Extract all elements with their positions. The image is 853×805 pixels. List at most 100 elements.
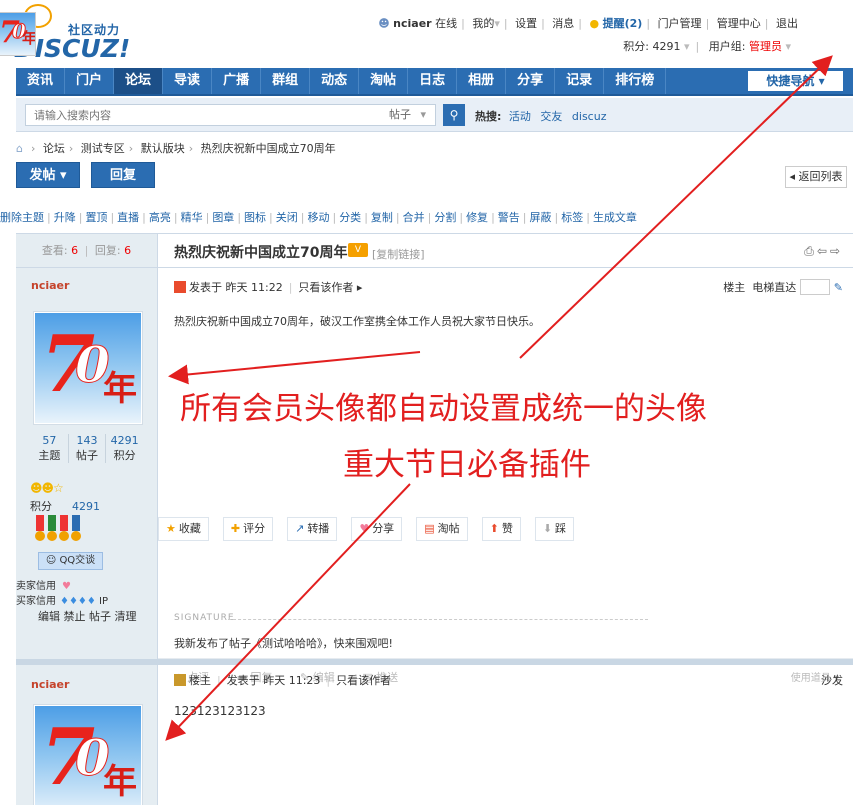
new-post-button[interactable]: 发帖 ▾	[16, 162, 80, 188]
logout-link[interactable]: 退出	[776, 17, 798, 30]
mod-tool-link[interactable]: 标签	[561, 211, 583, 224]
quick-nav-button[interactable]: 快捷导航 ▾	[748, 71, 843, 91]
bulb-icon: ●	[589, 17, 600, 30]
home-icon[interactable]: ⌂	[16, 142, 23, 155]
print-icon[interactable]: ⎙	[804, 244, 817, 258]
my-menu[interactable]: 我的	[472, 17, 494, 30]
mod-tool-link[interactable]: 高亮	[149, 211, 171, 224]
hot-word[interactable]: 活动	[509, 110, 531, 123]
mod-tool-link[interactable]: 移动	[307, 211, 329, 224]
only-author-link[interactable]: 只看该作者	[298, 281, 353, 294]
medal-icons[interactable]	[34, 515, 81, 545]
mod-tool-link[interactable]: 图章	[212, 211, 234, 224]
username-link[interactable]: nciaer	[393, 17, 431, 30]
action-button[interactable]: ✚ 评分	[222, 517, 274, 541]
mod-tool-link[interactable]: 分类	[339, 211, 361, 224]
post2-avatar[interactable]: 7 0 年	[34, 705, 142, 805]
moderator-toolbar: 删除主题 | 升降 | 置顶 | 直播 | 高亮 | 精华 | 图章 | 图标 | 关闭 | 移动 | 分类 | 复制 | 合并…	[0, 211, 637, 224]
mod-tool-link[interactable]: 图标	[244, 211, 266, 224]
mod-tool-link[interactable]: 精华	[181, 211, 203, 224]
action-button[interactable]: ⬇ 踩	[534, 517, 575, 541]
back-to-list-button[interactable]: ◂ 返回列表	[785, 166, 847, 188]
breadcrumb-item[interactable]: 测试专区	[81, 142, 125, 155]
mod-tool-link[interactable]: 警告	[498, 211, 520, 224]
ip-label[interactable]: IP	[99, 596, 108, 607]
group-value-link[interactable]: 管理员	[749, 40, 782, 53]
floor-jump-input[interactable]	[800, 279, 831, 295]
action-button[interactable]: ♥ 分享	[351, 517, 403, 541]
nav-item[interactable]: 广播	[212, 68, 262, 94]
nav-item[interactable]: 门户	[65, 68, 115, 94]
only-author-link[interactable]: 只看该作者	[336, 674, 391, 687]
nav-item[interactable]: 群组	[261, 68, 311, 94]
mod-tool-link[interactable]: 关闭	[276, 211, 298, 224]
copy-link[interactable]: [复制链接]	[372, 246, 425, 262]
mod-tool-link[interactable]: 复制	[371, 211, 393, 224]
signature-text: 我新发布了帖子《测试哈哈哈》，快来围观吧!	[174, 637, 393, 650]
action-button[interactable]: ⬆ 赞	[481, 517, 521, 541]
wrench-icon[interactable]: ✎	[834, 281, 843, 294]
nav-item[interactable]: 相册	[457, 68, 507, 94]
post1-meta: 发表于 昨天 11:22 | 只看该作者 ▸	[174, 279, 362, 295]
header-avatar[interactable]: 7 0 年	[0, 12, 36, 56]
action-button[interactable]: ★ 收藏	[158, 517, 209, 541]
breadcrumb-item[interactable]: 默认版块	[141, 142, 185, 155]
nav-item[interactable]: 动态	[310, 68, 360, 94]
mod-tool-link[interactable]: 屏蔽	[530, 211, 552, 224]
signature-label: SIGNATURE	[174, 613, 235, 623]
share-out-icon: ↗	[295, 522, 305, 535]
nav-item[interactable]: 资讯	[16, 68, 66, 94]
points-link[interactable]: 积分: 4291	[623, 40, 680, 53]
mod-tool-link[interactable]: 生成文章	[593, 211, 637, 224]
mod-tool-link[interactable]: 分割	[434, 211, 456, 224]
remind-link[interactable]: 提醒(2)	[603, 17, 643, 30]
qq-icon: ☺	[45, 555, 57, 566]
nav-item[interactable]: 排行榜	[604, 68, 667, 94]
thread-title: 热烈庆祝新中国成立70周年	[174, 245, 348, 261]
qq-chat-button[interactable]: ☺ QQ交谈	[38, 552, 103, 570]
hot-word[interactable]: 交友	[540, 110, 562, 123]
hot-word[interactable]: discuz	[572, 110, 607, 123]
reply-button[interactable]: 回复	[91, 162, 155, 188]
nav-item[interactable]: 淘帖	[359, 68, 409, 94]
post1-author[interactable]: nciaer	[31, 279, 69, 292]
mod-tool-link[interactable]: 直播	[117, 211, 139, 224]
mod-tool-link[interactable]: 删除主题	[0, 211, 44, 224]
settings-link[interactable]: 设置	[515, 17, 537, 30]
post1-avatar[interactable]: 7 0 年	[34, 312, 142, 424]
avatar-nian: 年	[22, 29, 36, 47]
nav-item[interactable]: 导读	[163, 68, 213, 94]
owner-icon	[174, 674, 186, 686]
title-actions: ⎙⇦⇨	[804, 244, 843, 259]
prev-icon[interactable]: ⇦	[817, 244, 830, 258]
post1-admin-links[interactable]: 编辑 禁止 帖子 清理	[38, 608, 137, 624]
breadcrumb-item[interactable]: 热烈庆祝新中国成立70周年	[201, 142, 336, 155]
messages-link[interactable]: 消息	[552, 17, 574, 30]
nav-item[interactable]: 分享	[506, 68, 556, 94]
stat-posts[interactable]: 143 帖子	[69, 434, 107, 463]
search-input[interactable]	[25, 104, 403, 126]
next-icon[interactable]: ⇨	[830, 244, 843, 258]
action-button[interactable]: ▤ 淘帖	[416, 517, 468, 541]
post2-author[interactable]: nciaer	[31, 678, 69, 691]
stat-points[interactable]: 4291 积分	[106, 434, 143, 463]
search-bar: 帖子 ▾ ⚲ 热搜: 活动 交友 discuz	[16, 98, 853, 132]
action-button[interactable]: ↗ 转播	[287, 517, 338, 541]
breadcrumb-item[interactable]: 论坛	[43, 142, 65, 155]
mod-tool-link[interactable]: 升降	[54, 211, 76, 224]
nav-item[interactable]: 记录	[555, 68, 605, 94]
stat-threads[interactable]: 57 主题	[31, 434, 69, 463]
nav-item[interactable]: 论坛	[114, 68, 164, 94]
portal-admin-link[interactable]: 门户管理	[658, 17, 702, 30]
medal-icon	[60, 515, 68, 531]
post1-floor: 楼主 电梯直达 ✎	[723, 279, 843, 295]
search-type-select[interactable]: 帖子 ▾	[381, 104, 436, 126]
breadcrumb: ⌂ › 论坛 › 测试专区 › 默认版块 › 热烈庆祝新中国成立70周年	[16, 142, 336, 155]
admin-center-link[interactable]: 管理中心	[717, 17, 761, 30]
nav-item[interactable]: 日志	[408, 68, 458, 94]
mod-tool-link[interactable]: 修复	[466, 211, 488, 224]
mod-tool-link[interactable]: 合并	[403, 211, 425, 224]
search-button[interactable]: ⚲	[443, 104, 465, 126]
medal-icon	[36, 515, 44, 531]
mod-tool-link[interactable]: 置顶	[85, 211, 107, 224]
